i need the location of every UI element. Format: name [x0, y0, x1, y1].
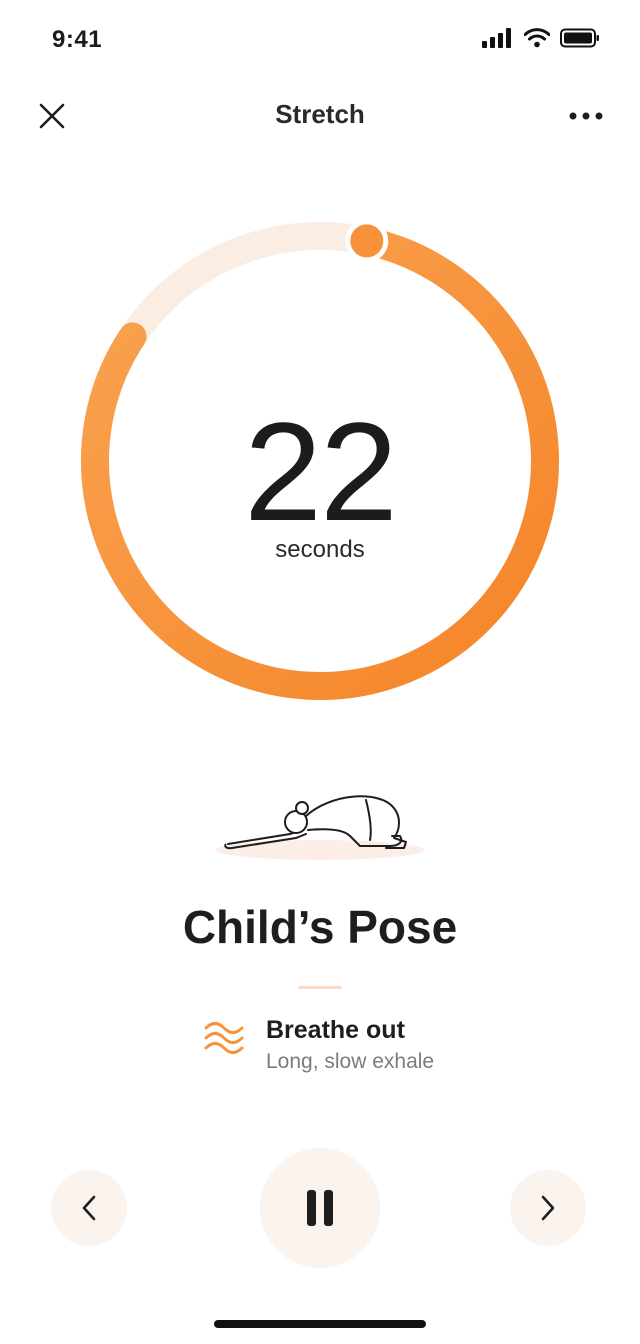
chevron-right-icon: [541, 1195, 555, 1221]
page-title: Stretch: [275, 99, 365, 129]
next-button[interactable]: [510, 1170, 586, 1246]
timer-value: 22: [244, 393, 398, 550]
chevron-left-icon: [82, 1195, 96, 1221]
pose-name: Child’s Pose: [182, 901, 458, 953]
battery-icon: [560, 28, 599, 48]
status-time: 9:41: [52, 26, 103, 53]
more-button[interactable]: [558, 92, 614, 140]
status-bar: 9:41: [0, 0, 640, 80]
home-indicator: [214, 1320, 426, 1328]
breath-waves-icon: [204, 1022, 244, 1054]
pause-icon: [307, 1190, 333, 1226]
nav-bar: Stretch: [0, 84, 640, 144]
cellular-signal-icon: [482, 28, 511, 48]
countdown-timer: 22 seconds: [80, 212, 560, 710]
breath-subtitle: Long, slow exhale: [266, 1050, 435, 1073]
breath-title: Breathe out: [266, 1016, 405, 1044]
pose-figure: [216, 795, 424, 860]
pause-button[interactable]: [260, 1148, 380, 1268]
more-horizontal-icon: [569, 112, 603, 120]
divider: [298, 986, 342, 989]
childs-pose-illustration: [210, 786, 430, 868]
progress-knob: [345, 219, 389, 263]
timer-unit: seconds: [275, 536, 365, 563]
status-icons: [482, 28, 600, 48]
wifi-icon: [524, 28, 550, 48]
previous-button[interactable]: [51, 1170, 127, 1246]
